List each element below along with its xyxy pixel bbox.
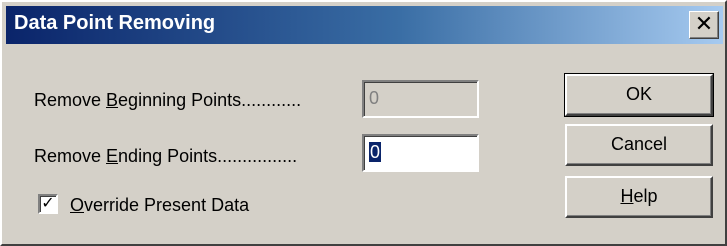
checkmark-icon: ✓ [41, 193, 55, 212]
close-button[interactable]: ✕ [689, 11, 719, 39]
remove-beginning-mnemonic: B [106, 90, 119, 110]
data-point-removing-dialog: Data Point Removing ✕ Remove Beginning P… [0, 0, 727, 246]
ok-button[interactable]: OK [564, 73, 714, 117]
remove-ending-input[interactable]: 0 [362, 134, 479, 172]
dialog-title: Data Point Removing [14, 12, 216, 34]
help-button[interactable]: Help [565, 176, 713, 218]
remove-ending-label-prefix: Remove [34, 146, 107, 166]
remove-beginning-label: Remove Beginning Points............ [34, 90, 301, 111]
remove-ending-label: Remove Ending Points................ [34, 146, 297, 167]
remove-beginning-label-prefix: Remove [34, 90, 107, 110]
override-mnemonic: O [70, 195, 85, 215]
close-icon: ✕ [694, 12, 714, 37]
cancel-button[interactable]: Cancel [565, 124, 713, 166]
help-label-suffix: elp [633, 186, 658, 206]
remove-beginning-value: 0 [369, 88, 380, 108]
remove-beginning-label-suffix: eginning Points............ [118, 90, 302, 110]
remove-ending-value: 0 [369, 142, 382, 162]
override-label-suffix: verride Present Data [84, 195, 250, 215]
override-checkbox[interactable]: ✓ [38, 193, 58, 214]
remove-beginning-input[interactable]: 0 [362, 80, 479, 118]
title-bar[interactable]: Data Point Removing ✕ [6, 6, 723, 44]
remove-ending-label-suffix: nding Points................ [118, 146, 298, 166]
override-label[interactable]: Override Present Data [70, 195, 249, 216]
help-mnemonic: H [620, 186, 634, 206]
remove-ending-mnemonic: E [106, 146, 119, 166]
